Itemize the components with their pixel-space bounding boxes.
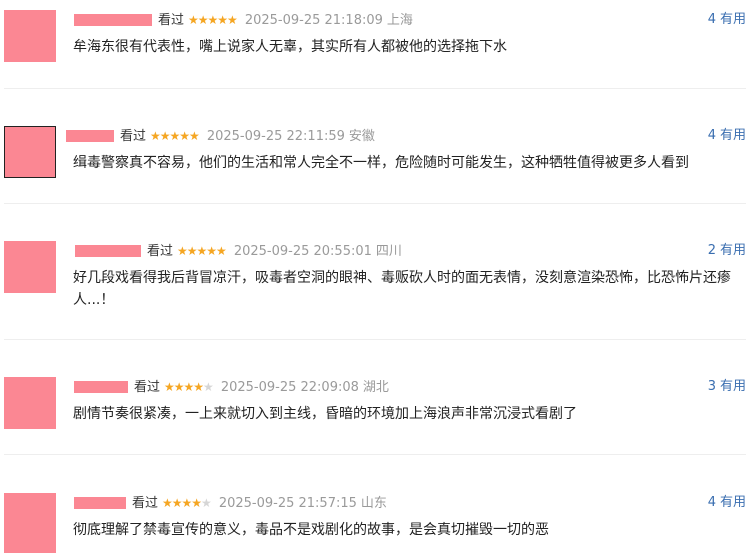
rating-stars: ★★★★★ bbox=[162, 493, 212, 513]
useful-button[interactable]: 有用 bbox=[720, 495, 746, 510]
comment-location: 山东 bbox=[360, 496, 387, 511]
comment-location: 湖北 bbox=[362, 380, 389, 395]
watch-status: 看过 bbox=[132, 496, 159, 511]
username-redacted[interactable] bbox=[74, 13, 152, 26]
rating-stars: ★★★★★ bbox=[188, 10, 238, 30]
useful-count: 4 bbox=[707, 128, 716, 143]
useful-button[interactable]: 有用 bbox=[720, 128, 746, 143]
divider bbox=[4, 88, 746, 89]
star-filled-icon: ★★★★★ bbox=[150, 129, 200, 143]
star-filled-icon: ★★★★ bbox=[164, 380, 204, 394]
star-filled-icon: ★★★★ bbox=[162, 496, 202, 510]
comment-meta: 看过 ★★★★★ 2025-09-25 22:11:59 安徽 bbox=[66, 126, 375, 146]
comment-location: 上海 bbox=[386, 13, 413, 28]
username-redacted[interactable] bbox=[74, 496, 126, 509]
avatar[interactable] bbox=[4, 126, 56, 178]
useful-count: 2 bbox=[707, 243, 716, 258]
star-filled-icon: ★★★★★ bbox=[188, 13, 238, 27]
avatar[interactable] bbox=[4, 10, 56, 62]
star-filled-icon: ★★★★★ bbox=[177, 244, 227, 258]
watch-status: 看过 bbox=[120, 129, 147, 144]
comment-item: 看过 ★★★★★ 2025-09-25 22:09:08 湖北 3 有用 剧情节奏很… bbox=[4, 377, 746, 447]
useful-vote[interactable]: 2 有用 bbox=[708, 241, 746, 261]
comment-time: 2025-09-25 20:55:01 bbox=[233, 244, 372, 259]
useful-count: 3 bbox=[707, 379, 716, 394]
comment-item: 看过 ★★★★★ 2025-09-25 22:11:59 安徽 4 有用 缉毒警察真… bbox=[4, 126, 746, 196]
divider bbox=[4, 454, 746, 455]
comment-time: 2025-09-25 21:18:09 bbox=[244, 13, 383, 28]
useful-vote[interactable]: 4 有用 bbox=[708, 126, 746, 146]
divider bbox=[4, 203, 746, 204]
useful-vote[interactable]: 3 有用 bbox=[708, 377, 746, 397]
useful-vote[interactable]: 4 有用 bbox=[708, 10, 746, 30]
divider bbox=[4, 339, 746, 340]
comment-content: 缉毒警察真不容易，他们的生活和常人完全不一样，危险随时可能发生，这种牺牲值得被更… bbox=[73, 155, 689, 171]
star-empty-icon: ★ bbox=[201, 496, 212, 510]
comment-item: 看过 ★★★★★ 2025-09-25 20:55:01 四川 2 有用 好几段戏看… bbox=[4, 241, 746, 321]
comment-meta: 看过 ★★★★★ 2025-09-25 21:57:15 山东 bbox=[74, 493, 387, 513]
comment-content: 牟海东很有代表性，嘴上说家人无辜，其实所有人都被他的选择拖下水 bbox=[73, 39, 507, 55]
username-redacted[interactable] bbox=[66, 129, 114, 142]
watch-status: 看过 bbox=[134, 380, 161, 395]
comment-item: 看过 ★★★★★ 2025-09-25 21:57:15 山东 4 有用 彻底理解了… bbox=[4, 493, 746, 553]
rating-stars: ★★★★★ bbox=[177, 241, 227, 261]
comment-time: 2025-09-25 22:09:08 bbox=[220, 380, 359, 395]
rating-stars: ★★★★★ bbox=[150, 126, 200, 146]
comment-time: 2025-09-25 21:57:15 bbox=[218, 496, 357, 511]
useful-vote[interactable]: 4 有用 bbox=[708, 493, 746, 513]
username-redacted[interactable] bbox=[74, 380, 128, 393]
avatar[interactable] bbox=[4, 377, 56, 429]
comment-content: 彻底理解了禁毒宣传的意义，毒品不是戏剧化的故事，是会真切摧毁一切的恶 bbox=[73, 522, 549, 538]
useful-count: 4 bbox=[707, 495, 716, 510]
rating-stars: ★★★★★ bbox=[164, 377, 214, 397]
comment-meta: 看过 ★★★★★ 2025-09-25 22:09:08 湖北 bbox=[74, 377, 389, 397]
avatar[interactable] bbox=[4, 241, 56, 293]
comment-content: 好几段戏看得我后背冒凉汗，吸毒者空洞的眼神、毒贩砍人时的面无表情，没刻意渲染恐怖… bbox=[73, 270, 731, 308]
useful-count: 4 bbox=[707, 12, 716, 27]
useful-button[interactable]: 有用 bbox=[720, 12, 746, 27]
comment-location: 四川 bbox=[375, 244, 402, 259]
useful-button[interactable]: 有用 bbox=[720, 243, 746, 258]
watch-status: 看过 bbox=[147, 244, 174, 259]
comment-location: 安徽 bbox=[348, 129, 375, 144]
watch-status: 看过 bbox=[158, 13, 185, 28]
comment-meta: 看过 ★★★★★ 2025-09-25 20:55:01 四川 bbox=[75, 241, 402, 261]
avatar[interactable] bbox=[4, 493, 56, 553]
comment-content: 剧情节奏很紧凑，一上来就切入到主线，昏暗的环境加上海浪声非常沉浸式看剧了 bbox=[73, 406, 577, 422]
comment-item: 看过 ★★★★★ 2025-09-25 21:18:09 上海 4 有用 牟海东很有… bbox=[4, 10, 746, 80]
star-empty-icon: ★ bbox=[203, 380, 214, 394]
useful-button[interactable]: 有用 bbox=[720, 379, 746, 394]
username-redacted[interactable] bbox=[75, 244, 141, 257]
comment-time: 2025-09-25 22:11:59 bbox=[206, 129, 345, 144]
comment-meta: 看过 ★★★★★ 2025-09-25 21:18:09 上海 bbox=[74, 10, 413, 30]
